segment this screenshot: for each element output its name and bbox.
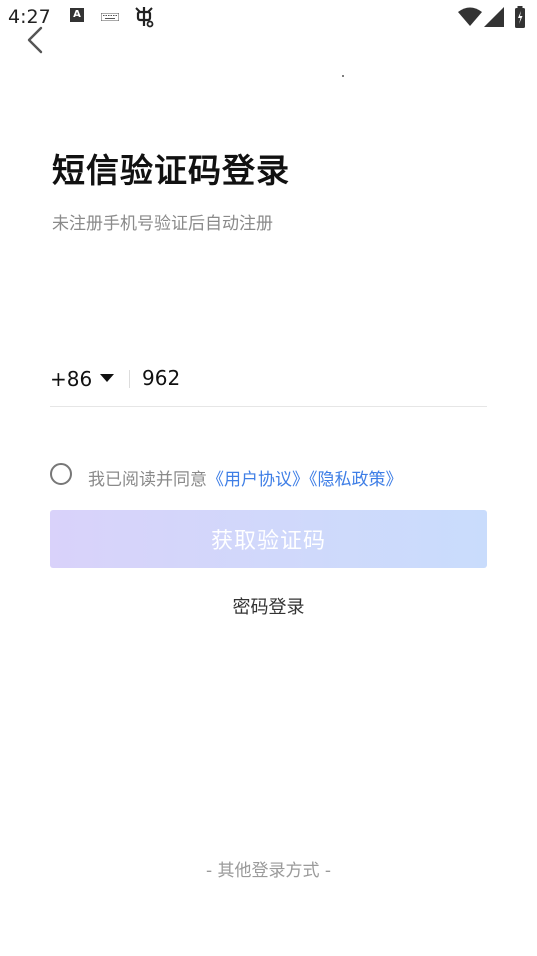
agreement-checkbox[interactable] [50,463,72,485]
page-title: 短信验证码登录 [52,151,290,190]
agreement-row: 我已阅读并同意《用户协议》《隐私政策》 [50,461,490,491]
get-code-button[interactable]: 获取验证码 [50,510,487,568]
chevron-left-icon [27,26,43,54]
page-subtitle: 未注册手机号验证后自动注册 [52,214,273,234]
user-agreement-link[interactable]: 《用户协议》 [207,470,309,490]
decorative-dot [342,75,344,77]
a-notification-icon: A [70,8,84,22]
phone-row: +86 [50,356,487,407]
back-button[interactable] [22,24,50,56]
country-code-divider [129,370,130,388]
signal-icon [484,7,504,27]
battery-charging-icon [515,6,525,28]
agreement-text: 我已阅读并同意 [88,470,207,490]
keyboard-icon [101,13,119,21]
caret-down-icon[interactable] [100,373,114,383]
agreement-text-wrap: 我已阅读并同意《用户协议》《隐私政策》 [88,465,403,490]
privacy-policy-link[interactable]: 《隐私政策》 [309,470,403,490]
bug-icon [135,7,154,28]
other-login-label: - 其他登录方式 - [205,861,332,881]
status-bar: 4:27 A [0,0,537,36]
wifi-icon [458,7,482,26]
password-login-link[interactable]: 密码登录 [0,593,537,619]
phone-input[interactable] [142,362,482,394]
country-code[interactable]: +86 [50,367,92,391]
